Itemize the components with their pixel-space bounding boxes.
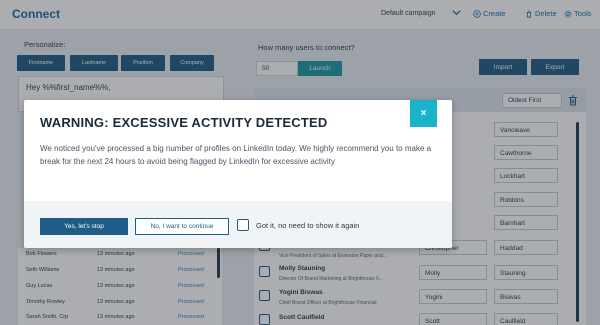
stop-button[interactable]: Yes, let's stop [40,218,128,235]
dont-show-again-checkbox[interactable] [237,219,249,231]
close-icon: × [420,108,427,119]
modal-body: We noticed you've processed a big number… [40,144,432,166]
modal-title: WARNING: EXCESSIVE ACTIVITY DETECTED [40,115,328,130]
close-button[interactable]: × [410,100,437,127]
continue-button[interactable]: No, I want to continue [135,218,229,235]
dont-show-again-label[interactable]: Got it, no need to show it again [256,221,359,230]
modal-footer: Yes, let's stop No, I want to continue G… [24,201,452,248]
warning-modal: WARNING: EXCESSIVE ACTIVITY DETECTED We … [24,100,452,248]
